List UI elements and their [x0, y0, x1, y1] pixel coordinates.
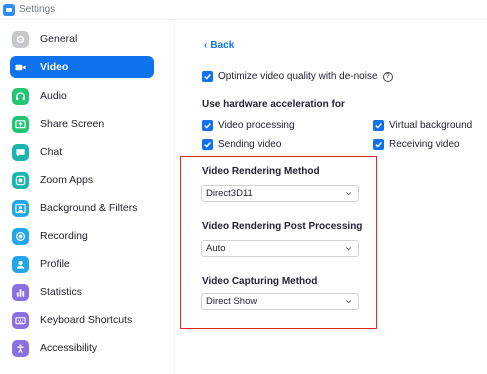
sidebar-item-chat[interactable]: Chat: [10, 141, 154, 163]
title-bar: Settings: [0, 0, 487, 20]
sidebar-item-label: Keyboard Shortcuts: [40, 314, 133, 326]
sidebar-item-background-filters[interactable]: Background & Filters: [10, 197, 154, 219]
sending-video-label: Sending video: [218, 139, 282, 150]
virtual-background-checkbox[interactable]: [373, 120, 384, 131]
sidebar-item-label: Share Screen: [40, 118, 105, 130]
receiving-video-label: Receiving video: [389, 139, 460, 150]
bar-chart-icon: [12, 283, 29, 301]
receiving-video-option: Receiving video: [373, 139, 460, 150]
sidebar-item-label: Profile: [40, 258, 70, 270]
sidebar-item-label: Zoom Apps: [40, 174, 94, 186]
share-screen-icon: [12, 115, 29, 133]
gear-icon: [12, 30, 29, 48]
highlight-annotation-box: [180, 156, 377, 329]
sidebar-item-zoom-apps[interactable]: Zoom Apps: [10, 169, 154, 191]
settings-sidebar: General Video Audio Share Screen Chat Zo…: [0, 20, 168, 374]
sidebar-item-statistics[interactable]: Statistics: [10, 281, 154, 303]
sidebar-item-label: Video: [40, 61, 69, 73]
optimize-denoise-option: Optimize video quality with de-noise ?: [202, 71, 393, 82]
sidebar-item-label: Statistics: [40, 286, 83, 298]
sidebar-item-general[interactable]: General: [10, 28, 154, 50]
keyboard-icon: [12, 311, 29, 329]
sidebar-item-label: Chat: [40, 146, 63, 158]
sidebar-item-keyboard-shortcuts[interactable]: Keyboard Shortcuts: [10, 309, 154, 331]
back-label: Back: [210, 40, 235, 51]
help-icon[interactable]: ?: [382, 71, 393, 82]
headphones-icon: [12, 87, 29, 105]
sidebar-item-recording[interactable]: Recording: [10, 225, 154, 247]
chevron-left-icon: ‹: [204, 40, 208, 51]
zoom-app-icon: [3, 3, 15, 16]
video-processing-option: Video processing: [202, 120, 295, 131]
sidebar-item-label: Recording: [40, 230, 88, 242]
sidebar-item-audio[interactable]: Audio: [10, 85, 154, 107]
sidebar-item-accessibility[interactable]: Accessibility: [10, 337, 154, 359]
person-background-icon: [12, 199, 29, 217]
optimize-denoise-checkbox[interactable]: [202, 71, 213, 82]
window-title: Settings: [19, 4, 56, 15]
video-processing-checkbox[interactable]: [202, 120, 213, 131]
profile-icon: [12, 255, 29, 273]
optimize-denoise-label: Optimize video quality with de-noise: [218, 71, 378, 82]
sidebar-item-share-screen[interactable]: Share Screen: [10, 113, 154, 135]
video-camera-icon: [12, 59, 29, 76]
hw-accel-title: Use hardware acceleration for: [202, 99, 345, 110]
virtual-background-option: Virtual background: [373, 120, 472, 131]
sidebar-item-label: Background & Filters: [40, 202, 138, 214]
back-link[interactable]: ‹ Back: [204, 40, 237, 51]
chat-bubble-icon: [12, 143, 29, 161]
apps-icon: [12, 171, 29, 189]
sending-video-option: Sending video: [202, 139, 281, 150]
sidebar-item-label: Audio: [40, 90, 67, 102]
sidebar-item-profile[interactable]: Profile: [10, 253, 154, 275]
sidebar-item-label: General: [40, 33, 78, 45]
record-icon: [12, 227, 29, 245]
accessibility-icon: [12, 339, 29, 357]
receiving-video-checkbox[interactable]: [373, 139, 384, 150]
sending-video-checkbox[interactable]: [202, 139, 213, 150]
sidebar-item-video[interactable]: Video: [10, 56, 154, 78]
sidebar-item-label: Accessibility: [40, 342, 98, 354]
video-processing-label: Video processing: [218, 120, 295, 131]
virtual-background-label: Virtual background: [389, 120, 473, 131]
